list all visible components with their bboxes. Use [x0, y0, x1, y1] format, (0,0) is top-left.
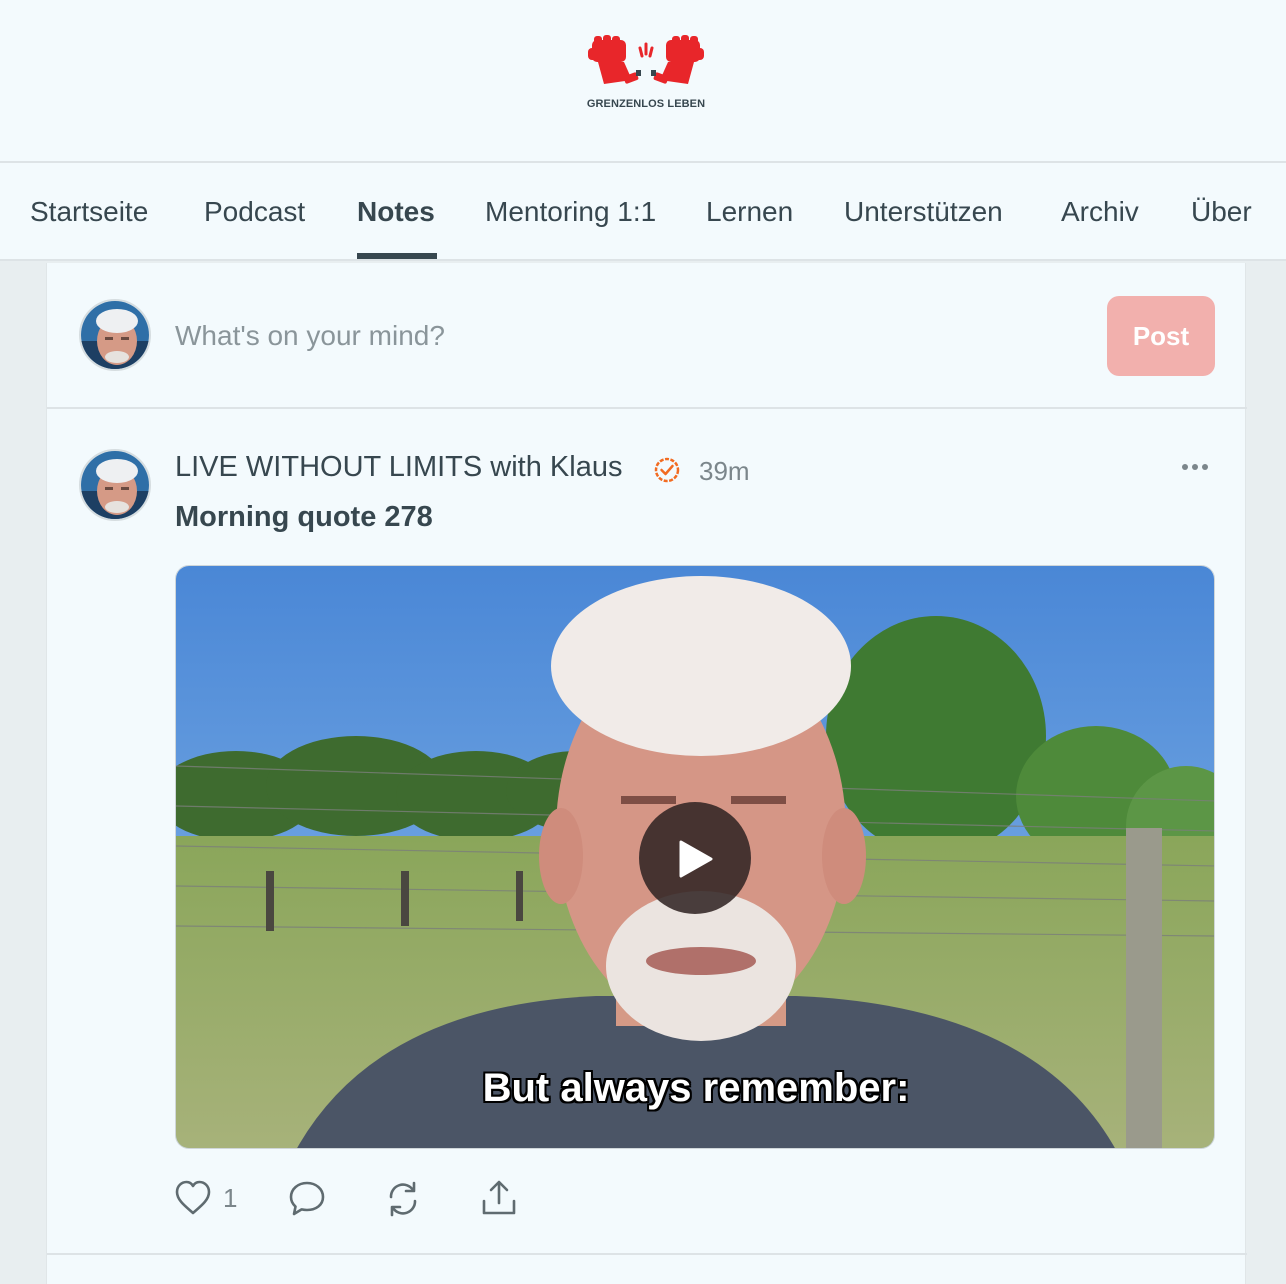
- nav-item-archiv[interactable]: Archiv: [1061, 163, 1139, 261]
- nav-item-mentoring[interactable]: Mentoring 1:1: [485, 163, 656, 261]
- composer-avatar[interactable]: [79, 299, 151, 371]
- composer-divider: [47, 407, 1247, 409]
- play-button[interactable]: [639, 802, 751, 914]
- video-caption: But always remember:: [482, 1066, 910, 1110]
- logo-text: GRENZENLOS LEBEN: [586, 98, 706, 110]
- heart-icon[interactable]: [175, 1179, 211, 1219]
- comment-icon[interactable]: [287, 1179, 327, 1219]
- nav-item-startseite[interactable]: Startseite: [30, 163, 148, 261]
- main-nav: Startseite Podcast Notes Mentoring 1:1 L…: [0, 163, 1286, 261]
- post-button[interactable]: Post: [1107, 296, 1215, 376]
- nav-item-lernen[interactable]: Lernen: [706, 163, 793, 261]
- note-title: Morning quote 278: [175, 501, 433, 533]
- notes-feed: Post LIVE WITHOUT LIMITS with Klaus 39m …: [46, 263, 1247, 1284]
- composer-input[interactable]: [175, 313, 1075, 359]
- active-tab-indicator: [357, 253, 437, 259]
- site-logo[interactable]: GRENZENLOS LEBEN: [584, 34, 708, 114]
- nav-item-unterstuetzen[interactable]: Unterstützen: [844, 163, 1003, 261]
- verified-check-icon: [654, 457, 680, 483]
- restack-icon[interactable]: [383, 1179, 423, 1219]
- author-name[interactable]: LIVE WITHOUT LIMITS with Klaus: [175, 451, 622, 484]
- author-avatar[interactable]: [79, 449, 151, 521]
- note-timestamp[interactable]: 39m: [699, 456, 750, 487]
- broken-chains-fists-icon: [588, 35, 704, 84]
- author-avatar-image: [81, 451, 149, 519]
- video-player[interactable]: But always remember:: [175, 565, 1215, 1149]
- user-avatar-image: [81, 301, 149, 369]
- site-header: GRENZENLOS LEBEN: [0, 0, 1286, 163]
- nav-item-podcast[interactable]: Podcast: [204, 163, 305, 261]
- share-icon[interactable]: [479, 1179, 519, 1219]
- ellipsis-icon[interactable]: [1181, 459, 1209, 475]
- play-icon: [679, 840, 713, 878]
- nav-item-ueber[interactable]: Über: [1191, 163, 1252, 261]
- note-divider: [47, 1253, 1247, 1255]
- like-count: 1: [223, 1183, 238, 1213]
- nav-item-notes[interactable]: Notes: [357, 163, 435, 261]
- note-actions: 1: [175, 1179, 575, 1219]
